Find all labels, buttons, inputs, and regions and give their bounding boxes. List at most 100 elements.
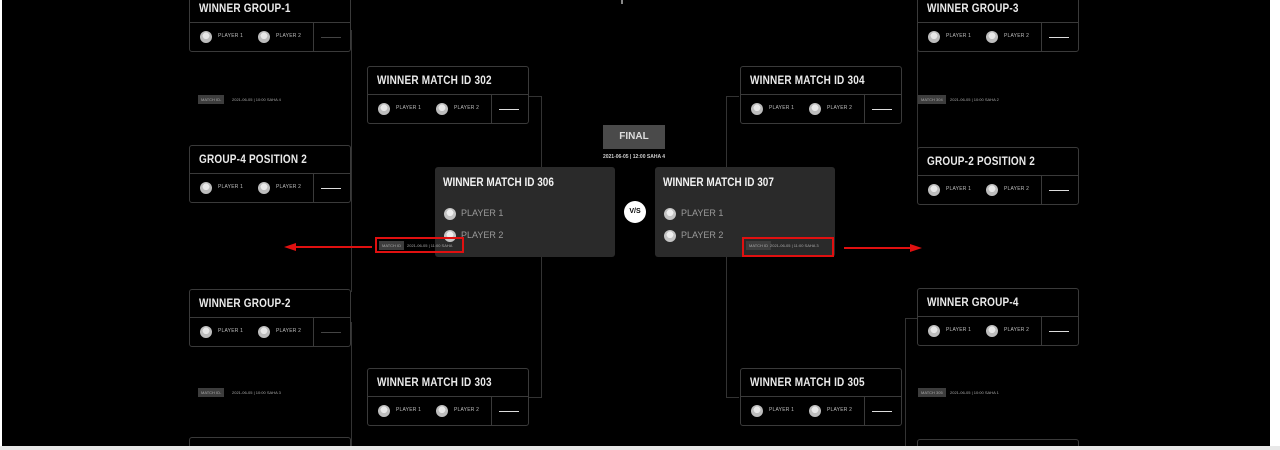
match-datetime: 2021-06-05 | 10:00 SAHA 4 [232, 97, 281, 102]
connector-line [726, 96, 739, 97]
player-name: PLAYER 2 [827, 407, 853, 413]
match-id-tag: MATCH ID- [198, 95, 225, 104]
player-name: PLAYER 1 [946, 33, 972, 39]
match-datetime: 2021-06-05 | 10:00 SAHA 2 [950, 97, 999, 102]
score-placeholder [321, 37, 341, 38]
player-name: PLAYER 2 [276, 328, 302, 334]
connector-line [529, 96, 541, 97]
page-gutter [1270, 0, 1280, 446]
player-name: PLAYER 2 [681, 230, 724, 240]
avatar-icon [986, 31, 998, 43]
match-card-winner-match-305[interactable]: WINNER MATCH ID 305 PLAYER 1 PLAYER 2 [740, 368, 902, 426]
players-row: PLAYER 1 PLAYER 2 [368, 95, 528, 124]
avatar-icon [378, 103, 390, 115]
score-placeholder [321, 332, 341, 333]
match-card-partial[interactable] [189, 437, 351, 446]
connector-line [905, 318, 906, 446]
avatar-icon [200, 326, 212, 338]
avatar-icon [809, 103, 821, 115]
player-name: PLAYER 2 [461, 230, 504, 240]
players-row: PLAYER 1 PLAYER 2 [918, 23, 1078, 52]
player-name: PLAYER 1 [946, 327, 972, 333]
avatar-icon [258, 326, 270, 338]
players-row: PLAYER 1 PLAYER 2 [368, 397, 528, 426]
player-name: PLAYER 2 [454, 105, 480, 111]
player-name: PLAYER 1 [218, 33, 244, 39]
players-row: PLAYER 1 PLAYER 2 [190, 318, 350, 347]
player-name: PLAYER 1 [769, 105, 795, 111]
player-name: PLAYER 1 [396, 407, 422, 413]
player-name: PLAYER 2 [1004, 33, 1030, 39]
match-card-group-2-position-2[interactable]: GROUP-2 POSITION 2 PLAYER 1 PLAYER 2 [917, 147, 1079, 205]
player-name: PLAYER 1 [681, 208, 724, 218]
score-placeholder [1049, 190, 1069, 191]
avatar-icon [436, 405, 448, 417]
final-datetime: 2021-06-05 | 12:00 SAHA 4 [602, 154, 666, 160]
match-id-tag: MATCH ID- [198, 388, 225, 397]
avatar-icon [928, 184, 940, 196]
avatar-icon [809, 405, 821, 417]
score-placeholder [872, 411, 892, 412]
players-row: PLAYER 1 PLAYER 2 [190, 174, 350, 203]
score-placeholder [872, 109, 892, 110]
player-name: PLAYER 2 [454, 407, 480, 413]
match-card-winner-group-1[interactable]: WINNER GROUP-1 PLAYER 1 PLAYER 2 [189, 0, 351, 52]
match-title: WINNER MATCH ID 306 [443, 177, 554, 190]
players-row: PLAYER 1 PLAYER 2 [918, 176, 1078, 205]
match-card-partial[interactable] [917, 439, 1079, 446]
player-name: PLAYER 1 [218, 328, 244, 334]
avatar-icon [751, 405, 763, 417]
score-placeholder [499, 411, 519, 412]
player-row: PLAYER 2 [444, 228, 594, 244]
connector-line [726, 397, 739, 398]
match-card-winner-group-2[interactable]: WINNER GROUP-2 PLAYER 1 PLAYER 2 [189, 289, 351, 347]
match-card-group-4-position-2[interactable]: GROUP-4 POSITION 2 PLAYER 1 PLAYER 2 [189, 145, 351, 203]
player-name: PLAYER 1 [396, 105, 422, 111]
avatar-icon [200, 182, 212, 194]
players-row: PLAYER 1 PLAYER 2 [741, 397, 901, 426]
match-title: WINNER GROUP-1 [199, 3, 291, 16]
player-name: PLAYER 1 [461, 208, 504, 218]
left-arrow-icon [284, 243, 372, 251]
avatar-icon [378, 405, 390, 417]
match-title: WINNER MATCH ID 303 [377, 377, 492, 390]
connector-line [905, 318, 917, 319]
player-name: PLAYER 1 [218, 184, 244, 190]
avatar-icon [986, 184, 998, 196]
horizontal-scrollbar[interactable] [0, 446, 1280, 450]
score-placeholder [499, 109, 519, 110]
highlight-box [742, 237, 834, 257]
avatar-icon [986, 325, 998, 337]
match-id-tag: MATCH 304 [918, 95, 946, 104]
match-title: GROUP-4 POSITION 2 [199, 154, 308, 167]
vs-badge: V/S [624, 201, 646, 223]
avatar-icon [928, 325, 940, 337]
match-card-winner-match-304[interactable]: WINNER MATCH ID 304 PLAYER 1 PLAYER 2 [740, 66, 902, 124]
match-card-winner-match-302[interactable]: WINNER MATCH ID 302 PLAYER 1 PLAYER 2 [367, 66, 529, 124]
player-name: PLAYER 2 [1004, 186, 1030, 192]
match-title: GROUP-2 POSITION 2 [927, 156, 1036, 169]
final-badge: FINAL [603, 125, 665, 149]
match-card-winner-group-4[interactable]: WINNER GROUP-4 PLAYER 1 PLAYER 2 [917, 288, 1079, 346]
top-marker [621, 0, 623, 4]
avatar-icon [928, 31, 940, 43]
player-name: PLAYER 2 [276, 184, 302, 190]
connector-line [529, 397, 541, 398]
players-row: PLAYER 1 PLAYER 2 [190, 23, 350, 52]
player-name: PLAYER 1 [946, 186, 972, 192]
bracket-canvas: WINNER GROUP-1 PLAYER 1 PLAYER 2 GROUP-4… [2, 0, 1270, 446]
avatar-icon [664, 208, 676, 220]
highlight-box [375, 237, 464, 253]
player-name: PLAYER 2 [827, 105, 853, 111]
player-name: PLAYER 1 [769, 407, 795, 413]
match-id-tag: MATCH 305 [918, 388, 946, 397]
match-card-winner-match-303[interactable]: WINNER MATCH ID 303 PLAYER 1 PLAYER 2 [367, 368, 529, 426]
connector-line [351, 322, 352, 446]
match-title: WINNER GROUP-3 [927, 3, 1019, 16]
match-card-winner-group-3[interactable]: WINNER GROUP-3 PLAYER 1 PLAYER 2 [917, 0, 1079, 52]
avatar-icon [258, 31, 270, 43]
match-title: WINNER GROUP-2 [199, 298, 291, 311]
score-placeholder [321, 188, 341, 189]
player-name: PLAYER 2 [1004, 327, 1030, 333]
avatar-icon [200, 31, 212, 43]
